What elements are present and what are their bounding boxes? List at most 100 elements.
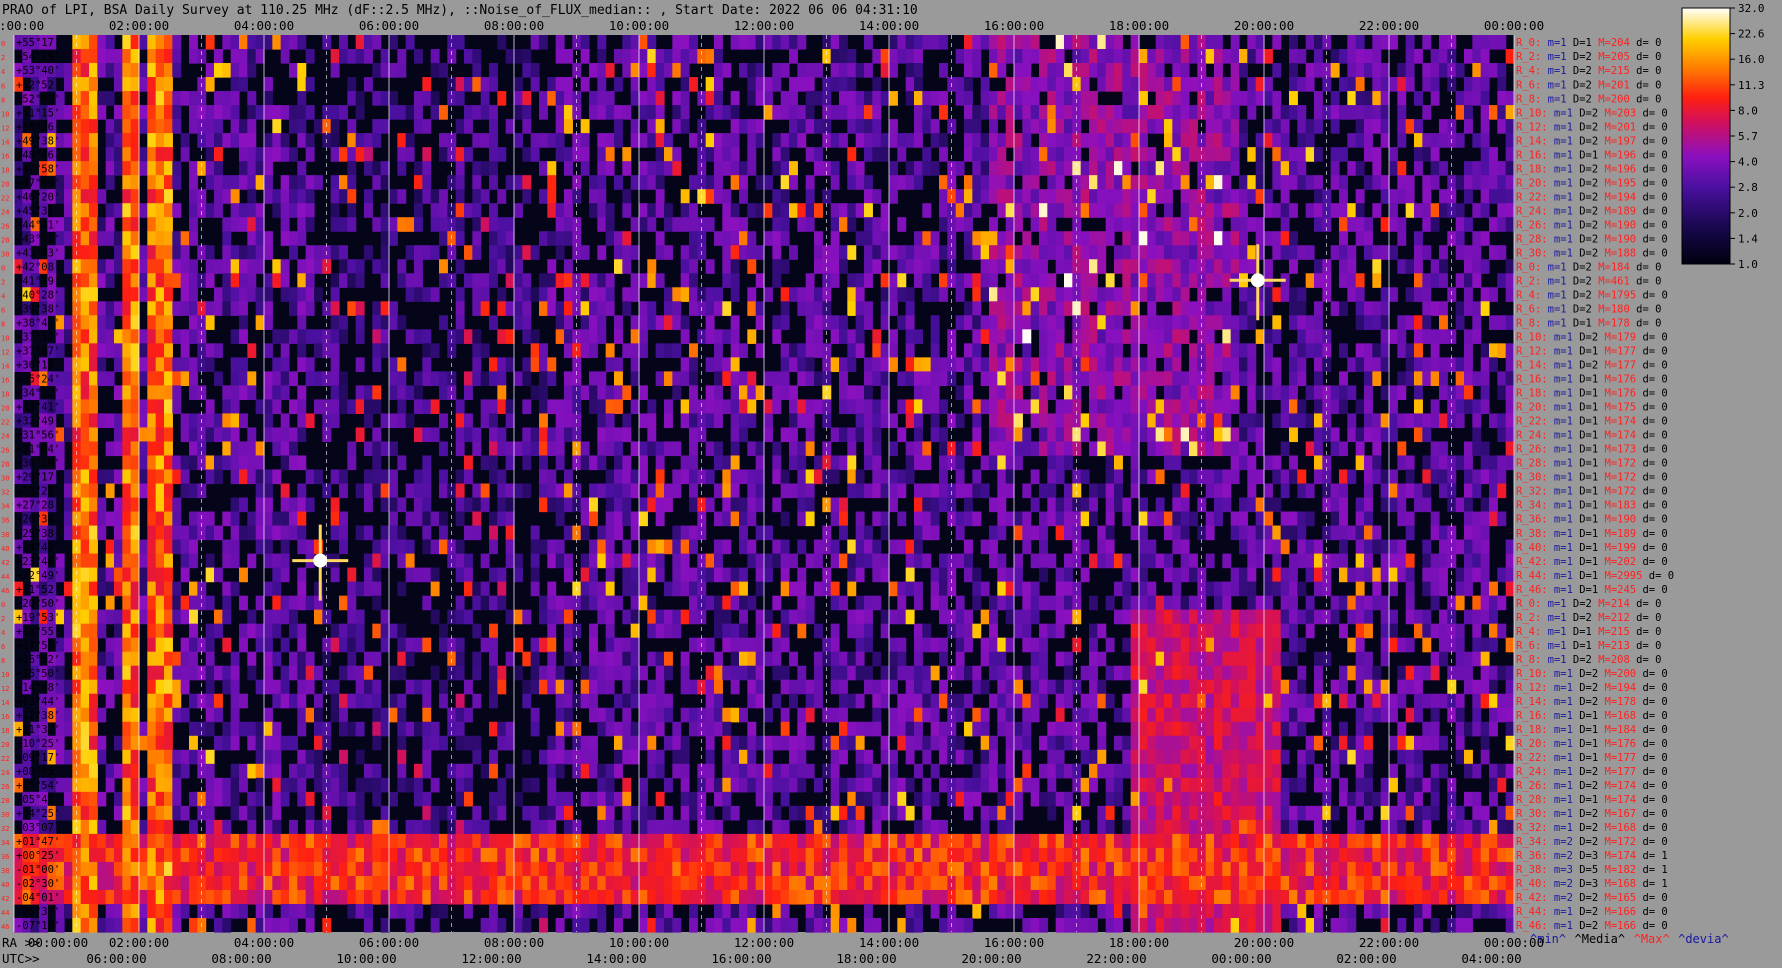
heatmap-cell	[380, 343, 390, 358]
heatmap-cell	[1139, 203, 1148, 218]
heatmap-cell	[922, 231, 932, 246]
heatmap-cell	[539, 413, 548, 429]
heatmap-cell	[264, 525, 273, 541]
heatmap-cell	[1280, 245, 1290, 260]
heatmap-cell	[1097, 161, 1107, 176]
heatmap-cell	[1172, 35, 1182, 50]
heatmap-cell	[139, 119, 148, 134]
heatmap-cell	[205, 133, 215, 148]
heatmap-cell	[1372, 525, 1382, 541]
heatmap-cell	[522, 427, 532, 443]
heatmap-cell	[122, 175, 132, 190]
heatmap-cell	[1389, 161, 1398, 176]
heatmap-cell	[647, 217, 657, 232]
heatmap-cell	[380, 259, 390, 274]
heatmap-cell	[1364, 511, 1373, 527]
heatmap-cell	[647, 553, 657, 569]
heatmap-cell	[997, 91, 1007, 106]
heatmap-cell	[1155, 35, 1165, 50]
heatmap-cell	[547, 483, 557, 499]
heatmap-cell	[80, 49, 90, 64]
heatmap-cell	[455, 469, 465, 485]
heatmap-cell	[164, 455, 173, 471]
heatmap-cell	[230, 399, 240, 415]
heatmap-cell	[1005, 287, 1015, 302]
heatmap-cell	[639, 315, 648, 330]
heatmap-cell	[139, 581, 148, 597]
heatmap-cell	[472, 497, 482, 513]
heatmap-cell	[1222, 357, 1232, 372]
heatmap-cell	[1055, 245, 1065, 260]
heatmap-cell	[89, 427, 98, 443]
heatmap-cell	[1389, 399, 1398, 415]
heatmap-cell	[622, 231, 632, 246]
heatmap-cell	[1439, 581, 1448, 597]
heatmap-cell	[1455, 413, 1465, 429]
heatmap-cell	[689, 385, 698, 401]
heatmap-cell	[1472, 49, 1482, 64]
heatmap-cell	[155, 35, 165, 50]
heatmap-cell	[289, 609, 298, 625]
heatmap-cell	[630, 441, 640, 457]
heatmap-cell	[497, 581, 507, 597]
heatmap-cell	[830, 553, 840, 569]
heatmap-cell	[139, 455, 148, 471]
heatmap-cell	[1355, 595, 1365, 611]
heatmap-cell	[1422, 203, 1432, 218]
heatmap-cell	[347, 189, 357, 204]
heatmap-cell	[464, 105, 473, 120]
heatmap-cell	[280, 147, 290, 162]
heatmap-cell	[972, 469, 982, 485]
heatmap-cell	[1247, 385, 1257, 401]
heatmap-cell	[247, 511, 257, 527]
heatmap-cell	[1005, 77, 1015, 92]
heatmap-cell	[1180, 175, 1190, 190]
heatmap-cell	[1472, 203, 1482, 218]
heatmap-cell	[580, 385, 590, 401]
heatmap-cell	[1139, 497, 1148, 513]
heatmap-cell	[1397, 189, 1407, 204]
heatmap-cell	[1330, 105, 1340, 120]
heatmap-cell	[455, 399, 465, 415]
heatmap-cell	[205, 525, 215, 541]
heatmap-cell	[1339, 175, 1348, 190]
heatmap-cell	[222, 245, 232, 260]
heatmap-cell	[122, 231, 132, 246]
heatmap-cell	[1230, 371, 1240, 386]
heatmap-cell	[305, 217, 315, 232]
heatmap-cell	[564, 147, 573, 162]
heatmap-cell	[89, 35, 98, 50]
heatmap-cell	[1055, 525, 1065, 541]
heatmap-cell	[1047, 245, 1057, 260]
heatmap-cell	[730, 273, 740, 288]
heatmap-cell	[847, 119, 857, 134]
heatmap-cell	[172, 609, 182, 625]
heatmap-cell	[247, 35, 257, 50]
heatmap-cell	[1355, 231, 1365, 246]
heatmap-cell	[1080, 343, 1090, 358]
heatmap-cell	[1222, 105, 1232, 120]
heatmap-cell	[564, 567, 573, 583]
heatmap-cell	[264, 245, 273, 260]
heatmap-cell	[489, 161, 498, 176]
heatmap-cell	[164, 49, 173, 64]
heatmap-cell	[89, 469, 98, 485]
heatmap-cell	[239, 161, 248, 176]
heatmap-cell	[1047, 287, 1057, 302]
heatmap-cell	[730, 35, 740, 50]
heatmap-cell	[1480, 497, 1490, 513]
heatmap-cell	[630, 315, 640, 330]
heatmap-cell	[789, 385, 798, 401]
heatmap-cell	[1039, 539, 1048, 555]
heatmap-cell	[1130, 35, 1140, 50]
heatmap-cell	[589, 329, 598, 344]
heatmap-cell	[630, 567, 640, 583]
heatmap-cell	[897, 315, 907, 330]
heatmap-cell	[597, 595, 607, 611]
heatmap-cell	[789, 343, 798, 358]
heatmap-cell	[1339, 399, 1348, 415]
heatmap-cell	[164, 287, 173, 302]
heatmap-cell	[580, 119, 590, 134]
heatmap-cell	[1122, 441, 1132, 457]
heatmap-cell	[880, 357, 890, 372]
